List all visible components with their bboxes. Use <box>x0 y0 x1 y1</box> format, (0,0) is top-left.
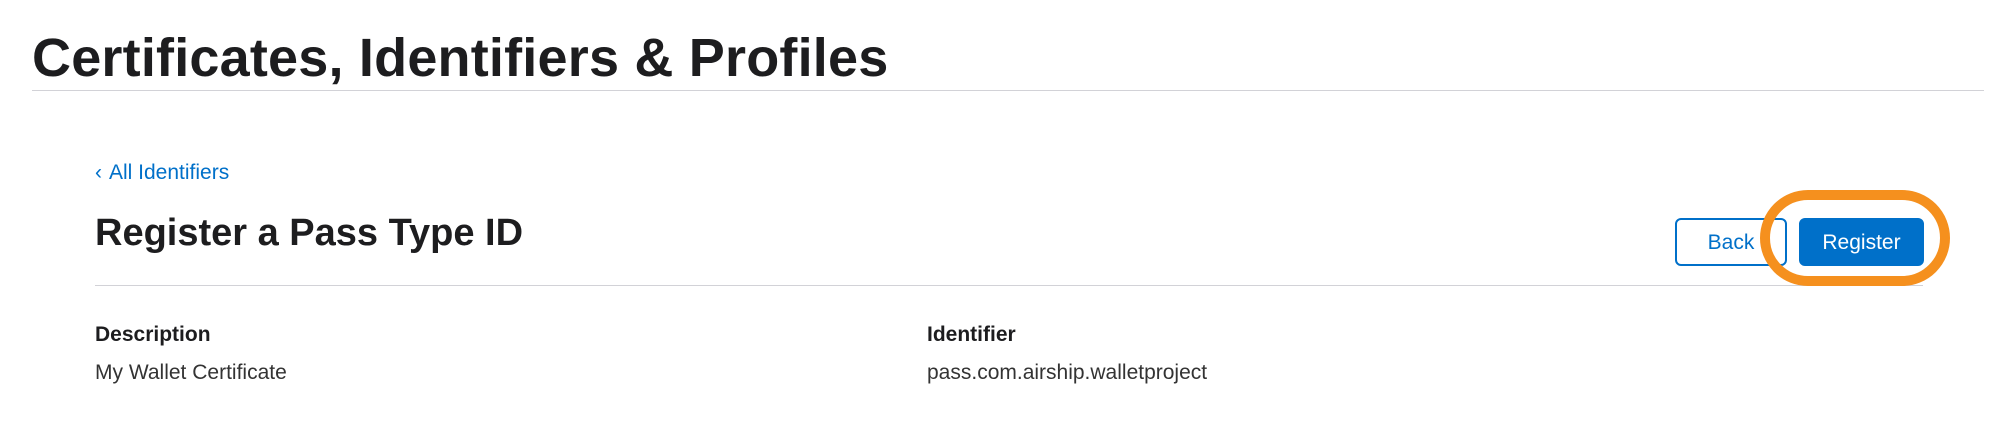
identifier-field: Identifier pass.com.airship.walletprojec… <box>927 322 1207 386</box>
description-value: My Wallet Certificate <box>95 361 287 384</box>
all-identifiers-link-label: All Identifiers <box>109 161 230 184</box>
register-button[interactable]: Register <box>1799 218 1924 266</box>
page: Certificates, Identifiers & Profiles ‹ Al… <box>0 0 2006 440</box>
header: Certificates, Identifiers & Profiles <box>32 22 1984 91</box>
section-title: Register a Pass Type ID <box>95 212 524 254</box>
chevron-left-icon: ‹ <box>95 161 102 184</box>
all-identifiers-link[interactable]: ‹ All Identifiers <box>95 160 229 186</box>
back-button[interactable]: Back <box>1675 218 1787 266</box>
identifier-label: Identifier <box>927 323 1016 346</box>
identifier-value: pass.com.airship.walletproject <box>927 361 1208 384</box>
description-label: Description <box>95 323 211 346</box>
description-field: Description My Wallet Certificate <box>95 322 287 386</box>
section-divider <box>95 285 1923 286</box>
page-title: Certificates, Identifiers & Profiles <box>32 28 889 88</box>
